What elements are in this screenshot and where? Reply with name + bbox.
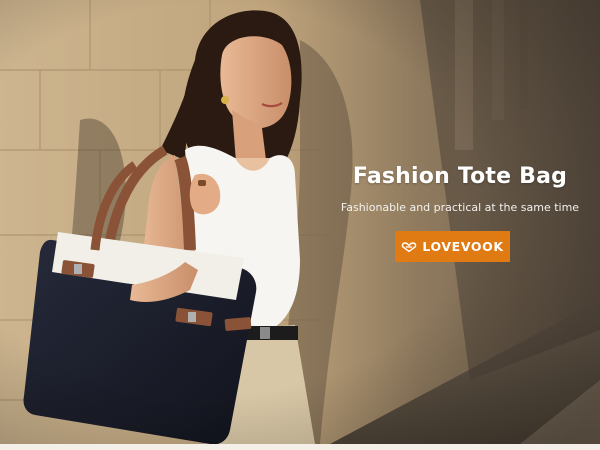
product-banner: Fashion Tote Bag Fashionable and practic… xyxy=(0,0,600,444)
bottom-strip xyxy=(0,444,600,450)
banner-copy: Fashion Tote Bag Fashionable and practic… xyxy=(330,160,590,214)
brand-label: LOVEVOOK xyxy=(422,239,504,254)
brand-button[interactable]: LOVEVOOK xyxy=(395,231,510,262)
banner-photo xyxy=(0,0,600,444)
banner-headline: Fashion Tote Bag xyxy=(352,164,568,189)
banner-subline: Fashionable and practical at the same ti… xyxy=(340,201,580,214)
lovevook-logo-icon xyxy=(402,241,417,252)
